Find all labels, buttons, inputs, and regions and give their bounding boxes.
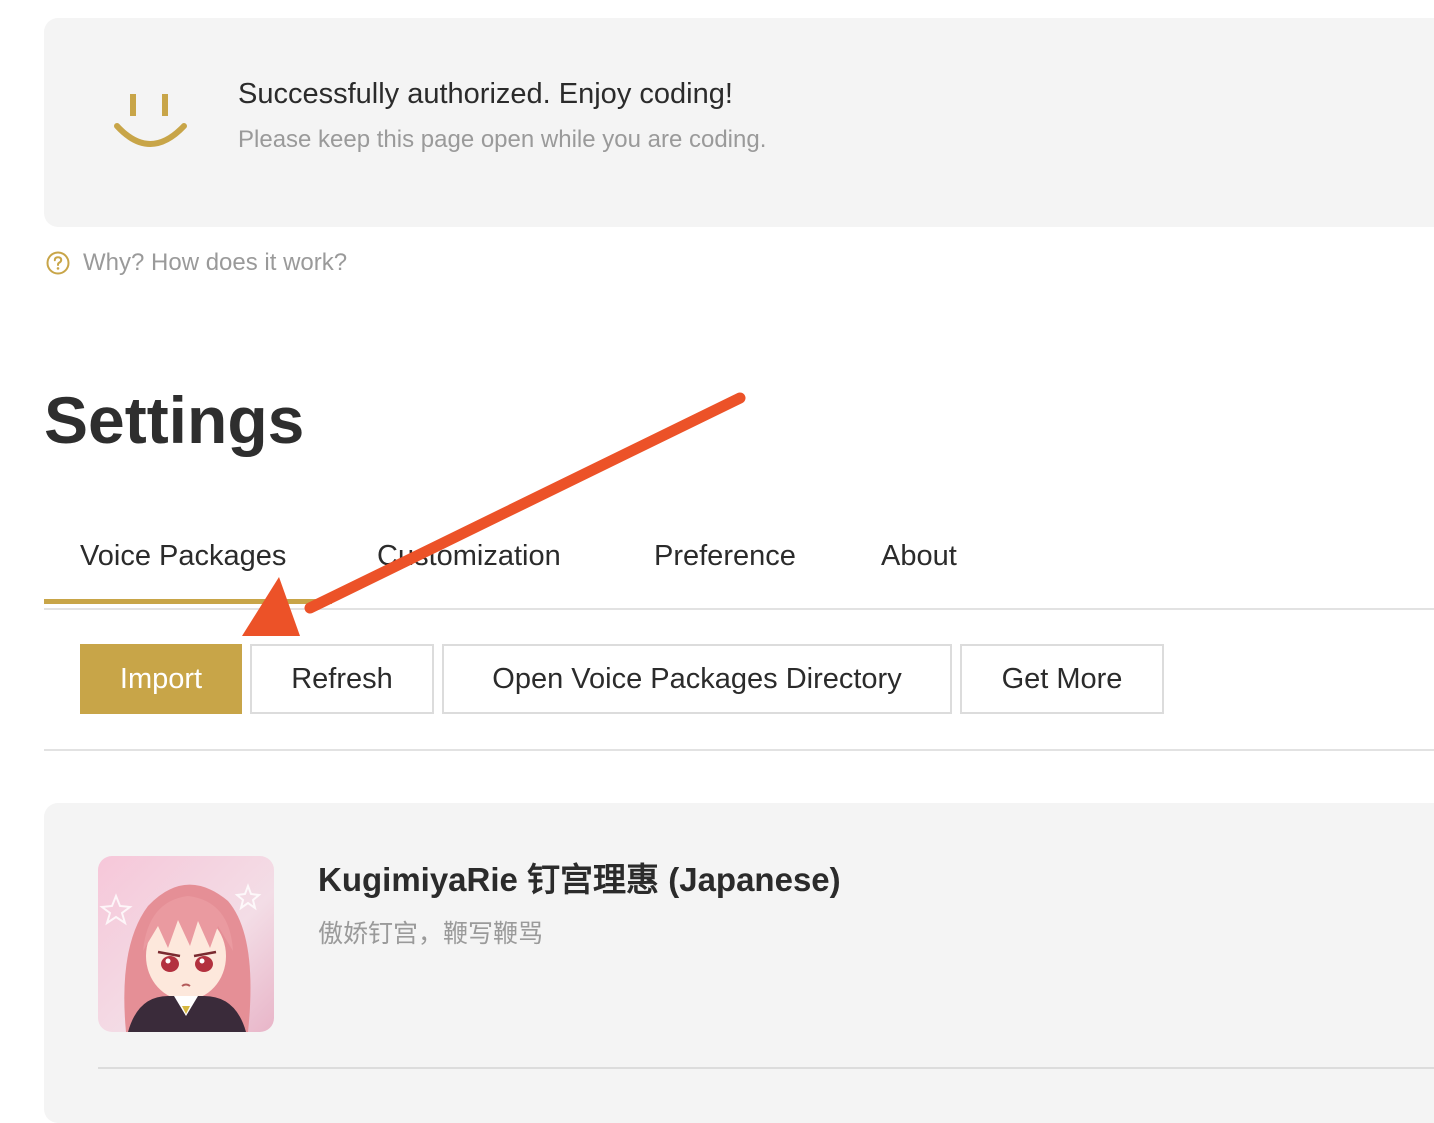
refresh-button[interactable]: Refresh	[250, 644, 434, 714]
tab-about[interactable]: About	[881, 540, 957, 573]
auth-status-title: Successfully authorized. Enjoy coding!	[238, 78, 733, 110]
question-circle-icon	[46, 251, 70, 275]
voice-package-title: KugimiyaRie 钉宫理惠 (Japanese)	[318, 861, 841, 898]
tab-customization[interactable]: Customization	[377, 540, 561, 573]
get-more-button[interactable]: Get More	[960, 644, 1164, 714]
help-link[interactable]: Why? How does it work?	[46, 248, 347, 278]
toolbar-divider	[44, 749, 1434, 751]
tab-preference[interactable]: Preference	[654, 540, 796, 573]
voice-package-description: 傲娇钉宫，鞭写鞭骂	[318, 919, 544, 948]
settings-tabs: Voice Packages Customization Preference …	[44, 530, 1434, 610]
tab-voice-packages[interactable]: Voice Packages	[80, 540, 286, 573]
auth-status-card	[44, 18, 1434, 227]
smile-icon	[114, 94, 187, 147]
help-link-label: Why? How does it work?	[83, 249, 348, 276]
voice-package-avatar	[98, 856, 274, 1032]
open-voice-packages-directory-button[interactable]: Open Voice Packages Directory	[442, 644, 952, 714]
voice-package-divider	[98, 1067, 1434, 1069]
active-tab-indicator	[44, 599, 332, 604]
page-title: Settings	[44, 383, 305, 457]
auth-status-subtitle: Please keep this page open while you are…	[238, 126, 767, 153]
import-button[interactable]: Import	[80, 644, 242, 714]
